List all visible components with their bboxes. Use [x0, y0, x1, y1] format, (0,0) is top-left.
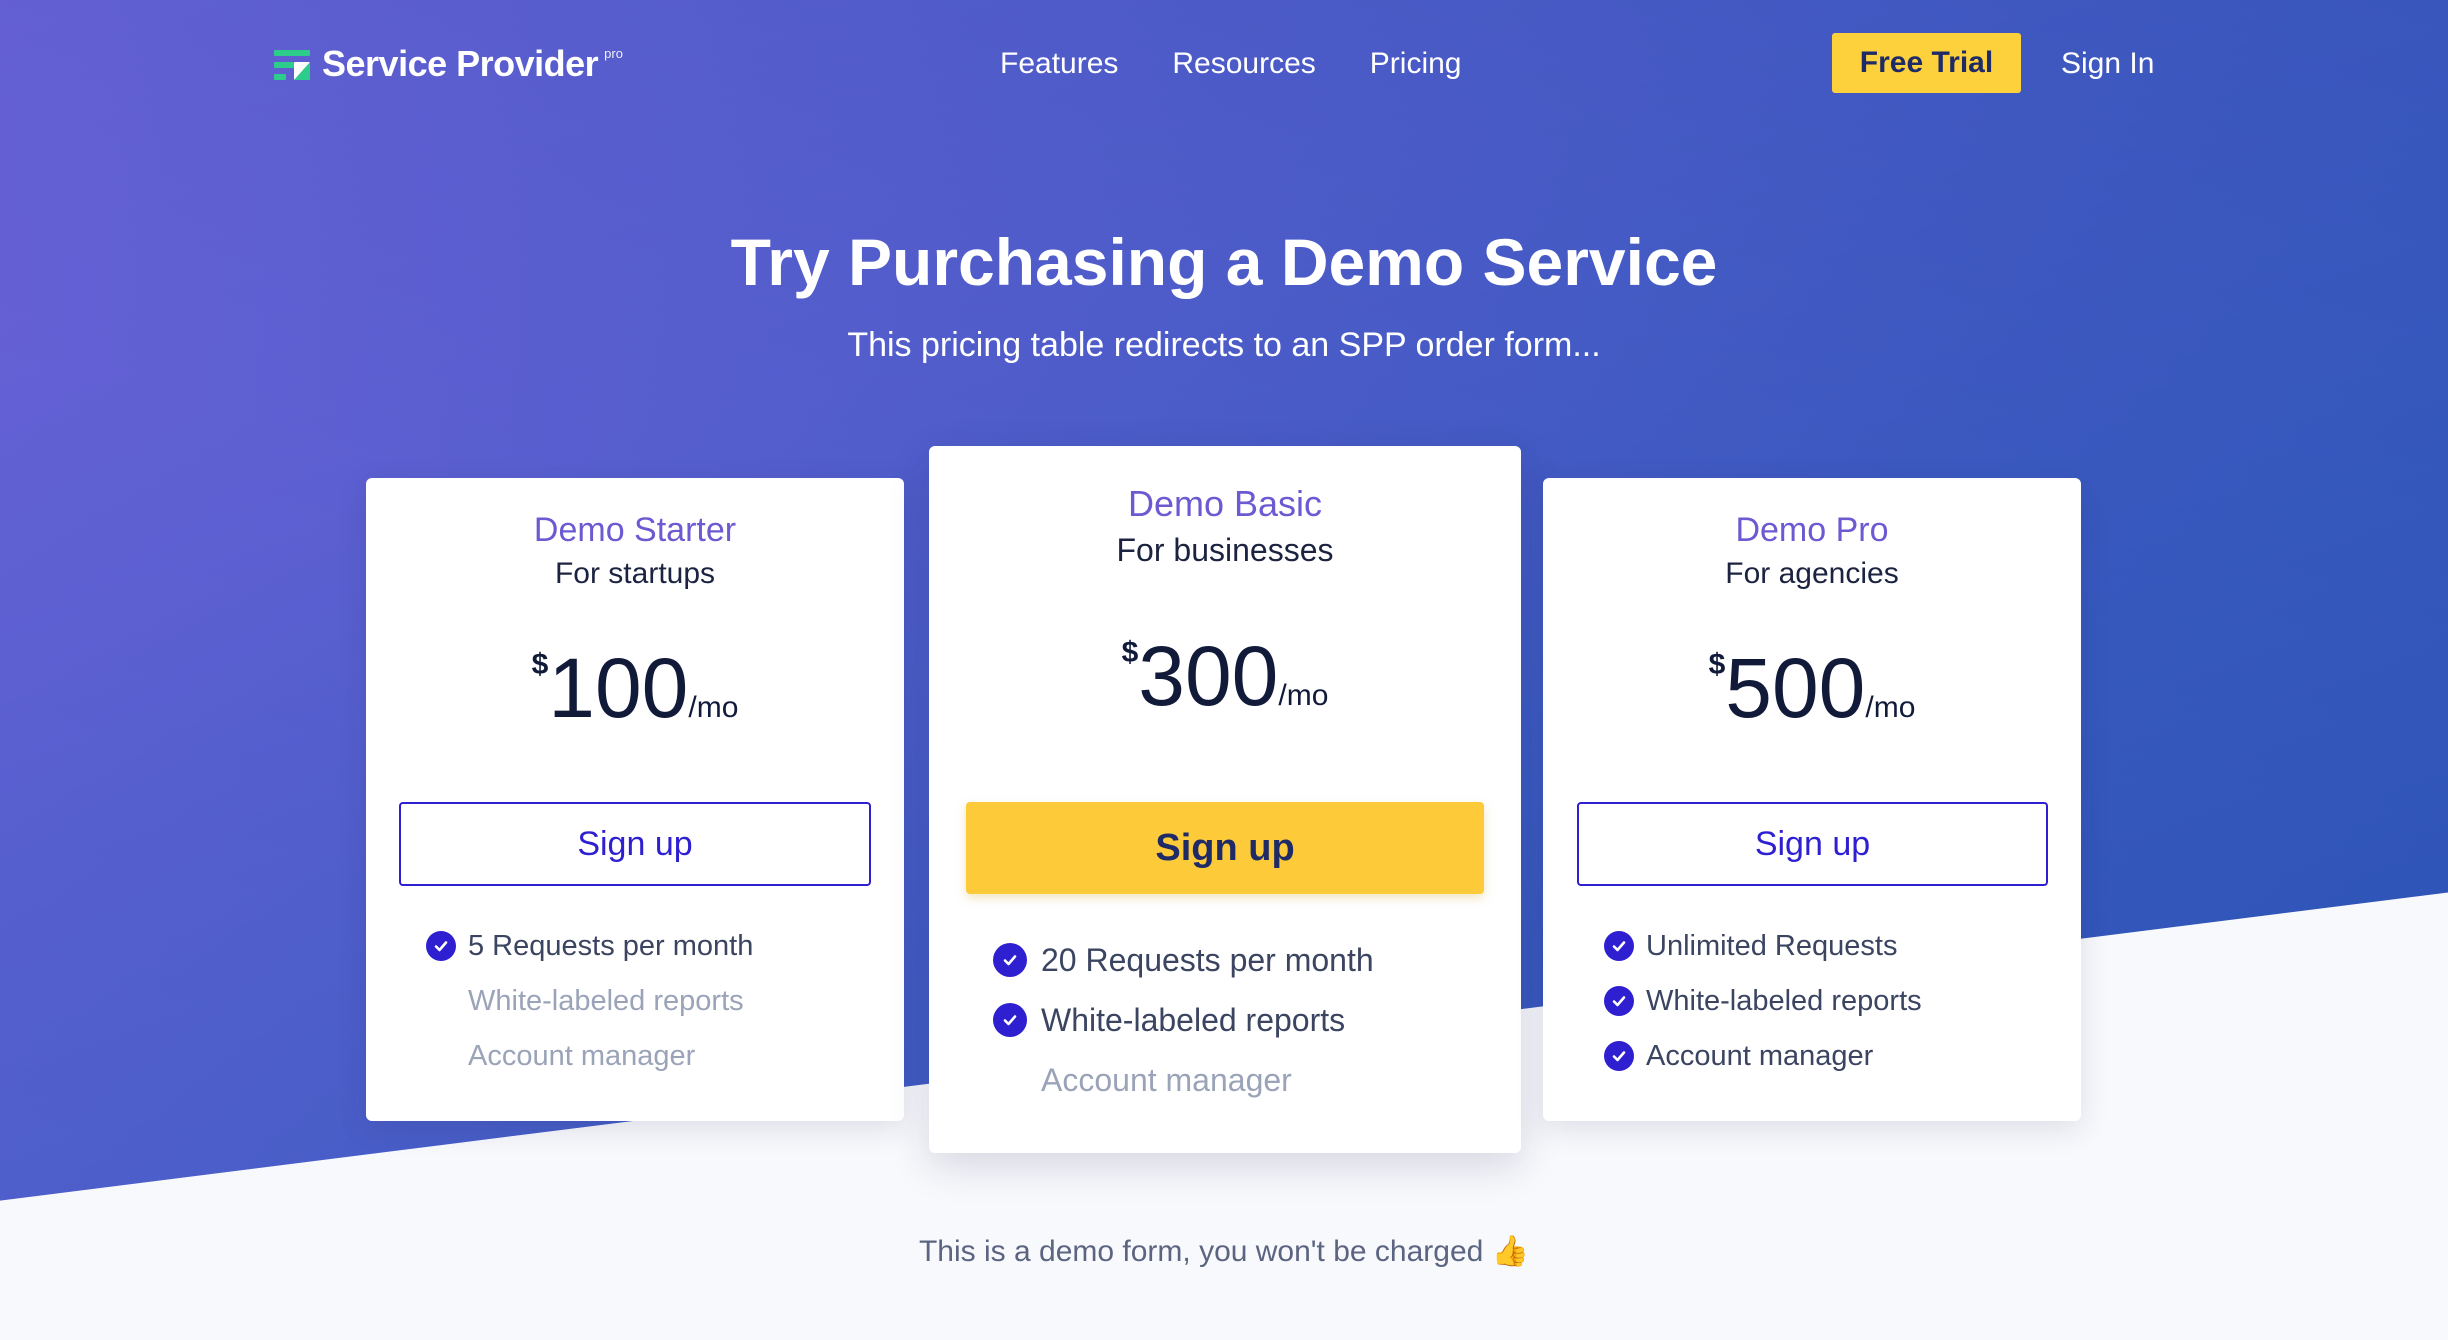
feature-item: 5 Requests per month [426, 926, 753, 966]
page-subtitle: This pricing table redirects to an SPP o… [847, 326, 1601, 364]
sign-in-link[interactable]: Sign In [2061, 44, 2154, 84]
plan-audience: For businesses [1116, 532, 1334, 568]
feature-item: Unlimited Requests [1604, 926, 1897, 966]
feature-spacer [993, 1063, 1027, 1097]
page-title: Try Purchasing a Demo Service [730, 225, 1718, 299]
price-amount: 300 [1138, 629, 1279, 723]
plan-name: Demo Basic [1127, 483, 1323, 524]
signup-button-basic[interactable]: Sign up [966, 802, 1484, 894]
price-period: /mo [1278, 679, 1329, 712]
feature-item: Account manager [1604, 1036, 1873, 1076]
nav-link-features[interactable]: Features [1000, 44, 1118, 84]
logo[interactable]: Service Provider pro [274, 44, 623, 84]
feature-text: Account manager [1646, 1040, 1874, 1072]
check-icon [1604, 1041, 1634, 1071]
nav-links: Features Resources Pricing [1000, 44, 1462, 84]
free-trial-button[interactable]: Free Trial [1832, 33, 2021, 93]
top-nav: Service Provider pro Features Resources … [0, 0, 2448, 126]
demo-disclaimer: This is a demo form, you won't be charge… [918, 1235, 1530, 1268]
feature-item: White-labeled reports [426, 981, 744, 1021]
plan-audience: For agencies [1725, 557, 1899, 590]
feature-item: White-labeled reports [993, 1000, 1345, 1040]
feature-spacer [426, 986, 456, 1016]
pricing-card-starter: Demo Starter For startups $100/mo Sign u… [366, 478, 904, 1121]
signup-button-pro[interactable]: Sign up [1577, 802, 2048, 886]
nav-link-resources[interactable]: Resources [1172, 44, 1315, 84]
signup-button-starter[interactable]: Sign up [399, 802, 871, 886]
feature-spacer [426, 1041, 456, 1071]
pricing-card-basic: Demo Basic For businesses $300/mo Sign u… [929, 446, 1521, 1153]
price-currency: $ [1121, 636, 1139, 669]
feature-text: 5 Requests per month [468, 930, 754, 962]
price-currency: $ [1708, 648, 1726, 681]
plan-name: Demo Starter [533, 511, 737, 549]
price-amount: 500 [1725, 641, 1866, 735]
pricing-card-pro: Demo Pro For agencies $500/mo Sign up Un… [1543, 478, 2081, 1121]
feature-text: White-labeled reports [1041, 1002, 1346, 1038]
price-period: /mo [1865, 691, 1916, 724]
logo-mark-icon [274, 50, 312, 82]
plan-name: Demo Pro [1735, 511, 1889, 549]
feature-item: Account manager [426, 1036, 695, 1076]
feature-item: Account manager [993, 1060, 1292, 1100]
feature-item: White-labeled reports [1604, 981, 1922, 1021]
feature-text: White-labeled reports [1646, 985, 1922, 1017]
plan-price: $300/mo [929, 626, 1521, 726]
check-icon [1604, 931, 1634, 961]
feature-text: Account manager [468, 1040, 696, 1072]
check-icon [993, 1003, 1027, 1037]
check-icon [993, 943, 1027, 977]
feature-text: Unlimited Requests [1646, 930, 1898, 962]
plan-price: $500/mo [1543, 638, 2081, 738]
check-icon [1604, 986, 1634, 1016]
logo-text: Service Provider [322, 43, 599, 84]
feature-text: White-labeled reports [468, 985, 744, 1017]
page: Service Provider pro Features Resources … [0, 0, 2448, 1340]
feature-text: Account manager [1041, 1062, 1292, 1098]
plan-price: $100/mo [366, 638, 904, 738]
nav-link-pricing[interactable]: Pricing [1370, 44, 1462, 84]
feature-text: 20 Requests per month [1041, 942, 1374, 978]
feature-item: 20 Requests per month [993, 940, 1374, 980]
price-currency: $ [531, 648, 549, 681]
price-period: /mo [688, 691, 739, 724]
price-amount: 100 [548, 641, 689, 735]
plan-audience: For startups [554, 557, 716, 590]
logo-badge: pro [604, 46, 623, 61]
check-icon [426, 931, 456, 961]
